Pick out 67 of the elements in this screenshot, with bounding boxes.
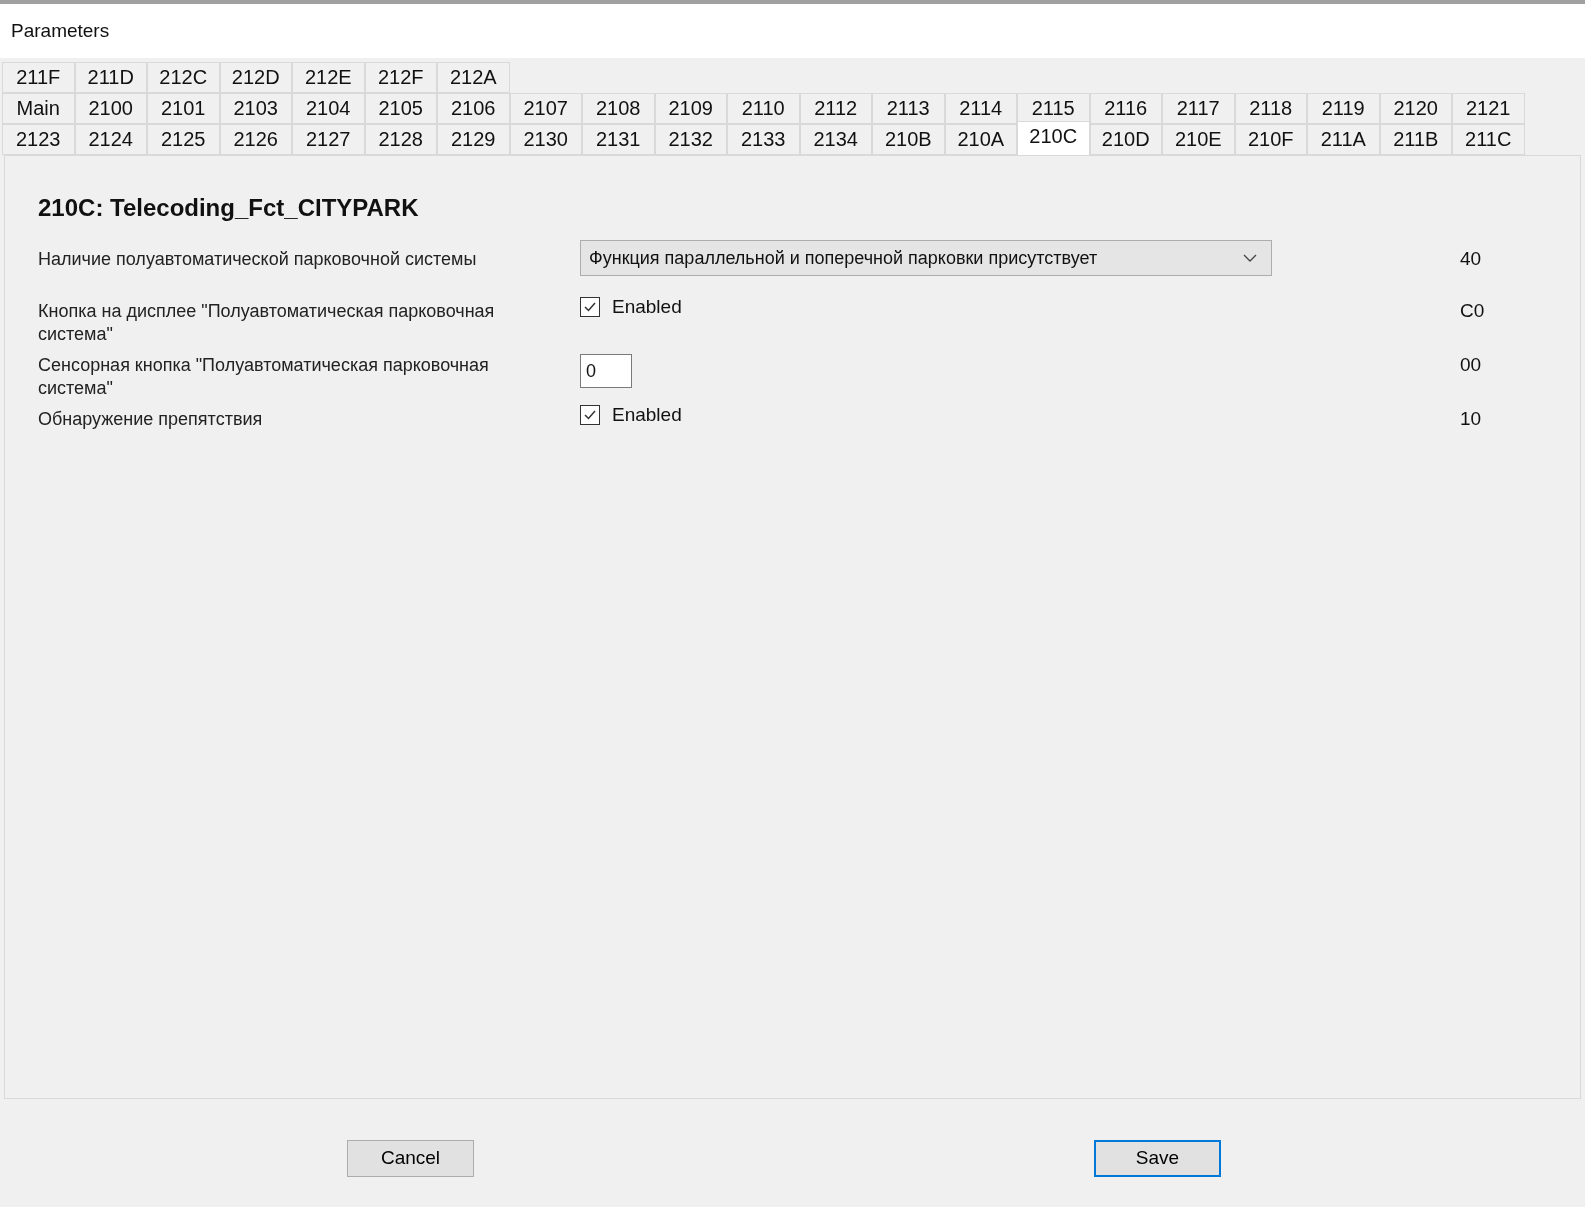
tab[interactable]: 2114 xyxy=(944,93,1017,124)
tab[interactable]: 2110 xyxy=(727,93,800,124)
tab[interactable]: 211B xyxy=(1379,124,1452,155)
tab[interactable]: 2113 xyxy=(872,93,945,124)
tab[interactable]: 2104 xyxy=(292,93,365,124)
tab[interactable]: 210D xyxy=(1089,124,1162,155)
tab[interactable]: 2131 xyxy=(582,124,655,155)
tab[interactable]: 211A xyxy=(1307,124,1380,155)
tab[interactable]: 2124 xyxy=(74,124,147,155)
tab[interactable]: 2100 xyxy=(74,93,147,124)
tab[interactable]: 210F xyxy=(1234,124,1307,155)
tab[interactable]: 2134 xyxy=(799,124,872,155)
tab[interactable]: 210E xyxy=(1162,124,1235,155)
tab[interactable]: Main xyxy=(2,93,75,124)
tab[interactable]: 211C xyxy=(1452,124,1525,155)
tab[interactable]: 2112 xyxy=(799,93,872,124)
parameter-label: Кнопка на дисплее "Полуавтоматическая парковочная система" xyxy=(38,300,496,346)
tab[interactable]: 2116 xyxy=(1089,93,1162,124)
tab[interactable]: 2129 xyxy=(437,124,510,155)
tab[interactable]: 212E xyxy=(292,62,365,93)
tab[interactable]: 2117 xyxy=(1162,93,1235,124)
tab[interactable]: 2119 xyxy=(1307,93,1380,124)
parameter-label: Обнаружение препятствия xyxy=(38,408,264,431)
parameter-code: 40 xyxy=(1460,247,1482,270)
tab[interactable]: 2101 xyxy=(147,93,220,124)
number-input[interactable]: 0 xyxy=(580,354,632,388)
parameter-code: 00 xyxy=(1460,353,1482,376)
checkbox-label: Enabled xyxy=(612,296,682,318)
tab[interactable]: 210A xyxy=(944,124,1017,155)
tab[interactable]: 2120 xyxy=(1379,93,1452,124)
tab[interactable]: 2132 xyxy=(654,124,727,155)
tab[interactable]: 211F xyxy=(2,62,75,93)
tab[interactable]: 210C xyxy=(1017,121,1090,155)
parameter-label: Наличие полуавтоматической парковочной системы xyxy=(38,248,478,271)
tab[interactable]: 2108 xyxy=(582,93,655,124)
chevron-down-icon xyxy=(1243,254,1257,262)
tab[interactable]: 2127 xyxy=(292,124,365,155)
tab[interactable]: 212C xyxy=(147,62,220,93)
checkbox[interactable] xyxy=(580,297,600,317)
tab[interactable]: 2121 xyxy=(1452,93,1525,124)
section-title: 210C: Telecoding_Fct_CITYPARK xyxy=(38,194,420,222)
window-title: Parameters xyxy=(11,20,110,42)
tab[interactable]: 2105 xyxy=(364,93,437,124)
tab[interactable]: 2118 xyxy=(1234,93,1307,124)
tab[interactable]: 2106 xyxy=(437,93,510,124)
parameter-label: Сенсорная кнопка "Полуавтоматическая парковочная система" xyxy=(38,354,490,400)
tab[interactable]: 2123 xyxy=(2,124,75,155)
tab[interactable]: 2128 xyxy=(364,124,437,155)
tab[interactable]: 2126 xyxy=(219,124,292,155)
checkbox[interactable] xyxy=(580,405,600,425)
tab[interactable]: 212D xyxy=(219,62,292,93)
tab[interactable]: 2103 xyxy=(219,93,292,124)
tab[interactable]: 211D xyxy=(74,62,147,93)
tab[interactable]: 212A xyxy=(437,62,510,93)
cancel-button[interactable]: Cancel xyxy=(347,1139,474,1177)
tab[interactable]: 2130 xyxy=(509,124,582,155)
tab[interactable]: 2133 xyxy=(727,124,800,155)
save-button[interactable]: Save xyxy=(1094,1139,1221,1177)
tab[interactable]: 2109 xyxy=(654,93,727,124)
parameter-code: C0 xyxy=(1460,299,1485,322)
tab[interactable]: 210B xyxy=(872,124,945,155)
tab[interactable]: 2125 xyxy=(147,124,220,155)
parameter-code: 10 xyxy=(1460,407,1482,430)
dropdown[interactable]: Функция параллельной и поперечной парковки присутствует xyxy=(580,240,1272,276)
tab[interactable]: 212F xyxy=(364,62,437,93)
checkbox-label: Enabled xyxy=(612,404,682,426)
tab[interactable]: 2107 xyxy=(509,93,582,124)
